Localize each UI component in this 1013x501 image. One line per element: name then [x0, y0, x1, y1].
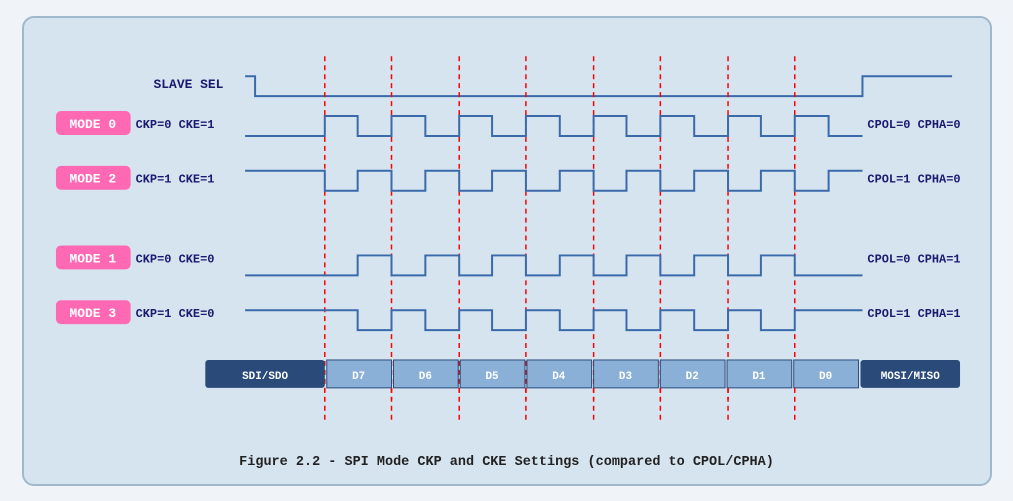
d5-label: D5 — [485, 370, 498, 382]
diagram-container: SLAVE SEL MODE 0 CKP=0 CKE=1 — [22, 16, 992, 486]
mode0-badge: MODE 0 — [69, 116, 116, 131]
mode1-cpol: CPOL=0 CPHA=1 — [867, 252, 960, 266]
mode0-cpol: CPOL=0 CPHA=0 — [867, 117, 960, 131]
d1-label: D1 — [752, 370, 766, 382]
slave-sel-label: SLAVE SEL — [153, 77, 223, 92]
d4-label: D4 — [552, 370, 566, 382]
d3-label: D3 — [618, 370, 632, 382]
mode1-badge: MODE 1 — [69, 251, 116, 266]
d6-label: D6 — [418, 370, 431, 382]
mode1-ckp: CKP=0 CKE=0 — [135, 252, 214, 266]
figure-caption: Figure 2.2 - SPI Mode CKP and CKE Settin… — [46, 455, 968, 470]
sdi-sdo-label: SDI/SDO — [242, 370, 288, 382]
mosi-miso-label: MOSI/MISO — [880, 370, 940, 382]
diagram-area: SLAVE SEL MODE 0 CKP=0 CKE=1 — [46, 36, 968, 445]
mode3-badge: MODE 3 — [69, 306, 116, 321]
mode2-cpol: CPOL=1 CPHA=0 — [867, 172, 960, 186]
mode0-ckp: CKP=0 CKE=1 — [135, 117, 214, 131]
d2-label: D2 — [685, 370, 698, 382]
mode2-ckp: CKP=1 CKE=1 — [135, 172, 214, 186]
mode2-badge: MODE 2 — [69, 171, 116, 186]
d0-label: D0 — [819, 370, 832, 382]
mode3-cpol: CPOL=1 CPHA=1 — [867, 307, 960, 321]
d7-label: D7 — [352, 370, 365, 382]
mode3-ckp: CKP=1 CKE=0 — [135, 307, 214, 321]
